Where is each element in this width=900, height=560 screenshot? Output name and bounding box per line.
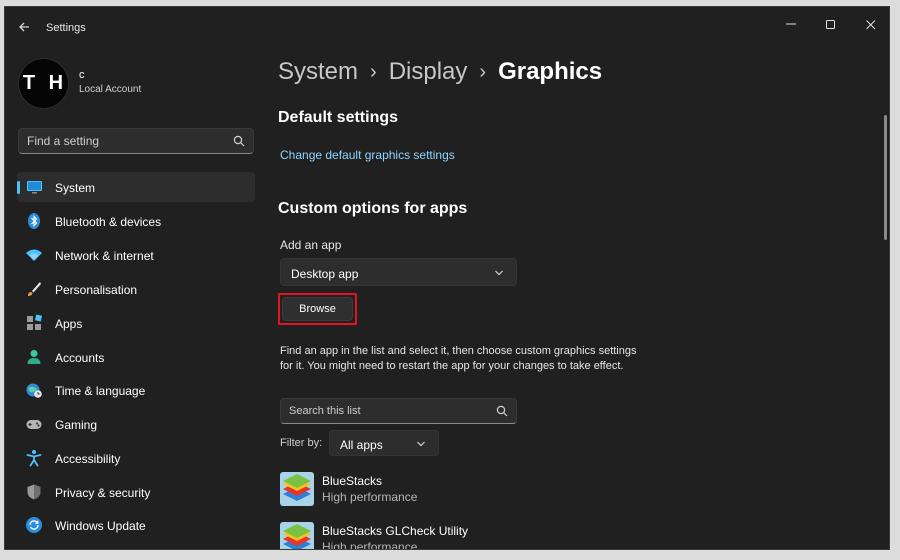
sidebar-item-bluetooth[interactable]: Bluetooth & devices xyxy=(17,206,255,236)
close-icon xyxy=(866,20,876,30)
maximize-button[interactable] xyxy=(811,11,851,37)
sidebar-item-accessibility[interactable]: Accessibility xyxy=(17,443,255,473)
sidebar-item-time-language[interactable]: Time & language xyxy=(17,375,255,405)
browse-highlight: Browse xyxy=(278,293,357,325)
sidebar-item-label: Bluetooth & devices xyxy=(55,215,162,229)
sidebar-item-label: Time & language xyxy=(55,384,146,398)
change-default-graphics-link[interactable]: Change default graphics settings xyxy=(280,148,455,162)
search-icon[interactable] xyxy=(496,405,508,417)
sidebar-item-label: Windows Update xyxy=(55,519,146,533)
window-title: Settings xyxy=(46,22,86,34)
chevron-down-icon xyxy=(417,441,425,447)
filter-value: All apps xyxy=(340,438,383,452)
sidebar-item-label: Personalisation xyxy=(55,283,138,297)
avatar[interactable]: T H xyxy=(19,59,68,108)
scrollbar[interactable] xyxy=(884,115,887,240)
bluetooth-icon xyxy=(28,213,40,229)
close-button[interactable] xyxy=(851,11,889,37)
sidebar-item-network[interactable]: Network & internet xyxy=(17,240,255,270)
app-preference: High performance xyxy=(322,540,418,550)
sidebar-item-label: System xyxy=(55,181,96,195)
default-settings-heading: Default settings xyxy=(278,109,399,126)
settings-window: Settings T H c Local Account System xyxy=(4,6,890,550)
list-item[interactable]: BlueStacks High performance xyxy=(280,472,680,512)
search-list-input[interactable] xyxy=(281,399,481,423)
find-setting-search[interactable] xyxy=(18,128,254,154)
update-icon xyxy=(26,517,42,533)
wifi-icon xyxy=(26,249,42,261)
back-button[interactable] xyxy=(14,17,36,37)
account-type: Local Account xyxy=(79,84,142,95)
sidebar-item-accounts[interactable]: Accounts xyxy=(17,342,255,372)
bluestacks-glcheck-icon xyxy=(280,522,314,549)
minimize-icon xyxy=(786,23,796,25)
page-title: Graphics xyxy=(498,58,603,85)
sidebar-item-label: Apps xyxy=(55,317,83,331)
find-setting-input[interactable] xyxy=(19,129,219,153)
instructions-text: Find an app in the list and select it, t… xyxy=(280,345,637,372)
breadcrumb: System › Display › Graphics xyxy=(278,55,602,89)
title-bar: Settings xyxy=(5,7,889,47)
sidebar-item-system[interactable]: System xyxy=(17,172,255,202)
apps-icon xyxy=(27,314,43,330)
globe-clock-icon xyxy=(26,383,42,398)
breadcrumb-display[interactable]: Display xyxy=(389,58,468,86)
sidebar-item-label: Network & internet xyxy=(55,249,154,263)
sidebar-item-personalisation[interactable]: Personalisation xyxy=(17,274,255,304)
sidebar-item-gaming[interactable]: Gaming xyxy=(17,409,255,439)
app-type-value: Desktop app xyxy=(291,267,359,281)
back-arrow-icon xyxy=(19,22,29,32)
app-preference: High performance xyxy=(322,490,418,504)
active-indicator xyxy=(17,181,20,194)
bluestacks-icon xyxy=(280,472,314,506)
brush-icon xyxy=(28,282,41,296)
sidebar-item-windows-update[interactable]: Windows Update xyxy=(17,510,255,540)
sidebar-item-label: Privacy & security xyxy=(55,486,151,500)
shield-icon xyxy=(27,484,41,500)
app-list-search[interactable] xyxy=(280,398,517,424)
app-name: BlueStacks GLCheck Utility xyxy=(322,524,469,538)
gamepad-icon xyxy=(26,420,42,429)
search-icon[interactable] xyxy=(233,135,245,147)
minimize-button[interactable] xyxy=(771,11,811,37)
sidebar-item-label: Gaming xyxy=(55,418,98,432)
add-app-label: Add an app xyxy=(280,238,342,252)
sidebar-item-apps[interactable]: Apps xyxy=(17,308,255,338)
sidebar-item-label: Accessibility xyxy=(55,452,121,466)
breadcrumb-system[interactable]: System xyxy=(278,58,358,86)
monitor-icon xyxy=(27,181,42,194)
filter-dropdown[interactable]: All apps xyxy=(329,430,439,456)
maximize-icon xyxy=(826,20,835,29)
app-type-dropdown[interactable]: Desktop app xyxy=(280,258,517,286)
sidebar-item-label: Accounts xyxy=(55,351,105,365)
person-icon xyxy=(27,350,41,364)
sidebar-item-privacy-security[interactable]: Privacy & security xyxy=(17,477,255,507)
custom-options-heading: Custom options for apps xyxy=(278,200,468,217)
user-name: c xyxy=(79,69,85,81)
chevron-right-icon: › xyxy=(370,60,377,83)
list-item[interactable]: BlueStacks GLCheck Utility High performa… xyxy=(280,522,680,550)
accessibility-icon xyxy=(26,450,42,467)
chevron-down-icon xyxy=(495,270,503,276)
filter-label: Filter by: xyxy=(280,437,323,449)
chevron-right-icon: › xyxy=(479,60,487,83)
app-name: BlueStacks xyxy=(322,474,383,488)
browse-button[interactable]: Browse xyxy=(282,297,353,321)
